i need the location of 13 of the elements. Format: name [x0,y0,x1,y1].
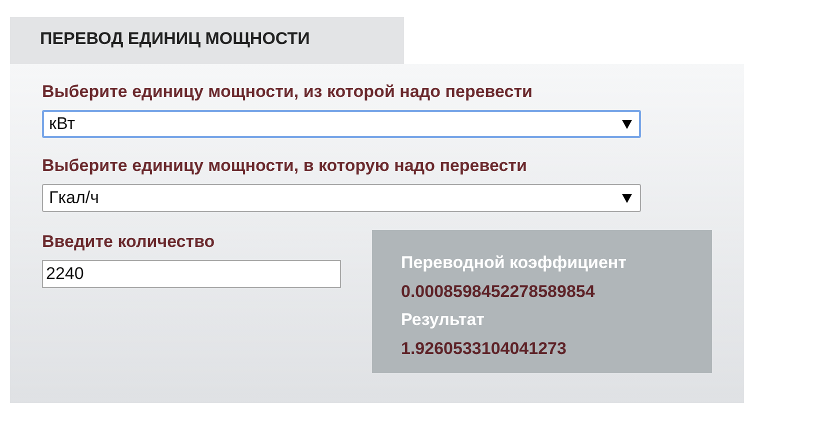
field-label: Введите количество [42,232,216,252]
field-label: Выберите единицу мощности, из которой надо перевести [42,82,534,102]
result-value: 1.9260533104041273 [401,338,568,360]
amount-input[interactable]: 2240 [42,260,341,288]
unit-dropdown[interactable]: кВт [42,110,641,138]
dropdown-arrow-icon [622,194,632,202]
field-label: Выберите единицу мощности, в которую надо перевести [42,156,528,176]
dropdown-arrow-icon [622,120,632,128]
panel-tab[interactable]: ПЕРЕВОД ЕДИНИЦ МОЩНОСТИ [10,17,404,64]
factor-value: 0.0008598452278589854 [401,280,596,302]
unit-dropdown[interactable]: Гкал/ч [42,184,641,212]
factor-label: Переводной коэффициент [401,252,628,274]
result-label: Результат [401,309,486,331]
